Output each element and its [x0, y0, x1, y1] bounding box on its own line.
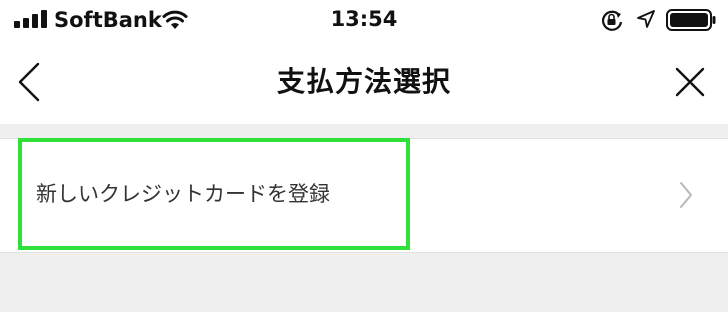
- register-credit-card-label: 新しいクレジットカードを登録: [36, 182, 330, 206]
- close-icon: [675, 67, 705, 97]
- status-bar: SoftBank 13:54: [0, 0, 728, 40]
- battery-icon: [666, 9, 716, 31]
- register-credit-card-row[interactable]: 新しいクレジットカードを登録: [0, 138, 728, 253]
- rotation-lock-icon: [600, 9, 624, 31]
- chevron-right-icon: [676, 180, 696, 210]
- navigation-bar: 支払方法選択: [0, 40, 728, 124]
- location-arrow-icon: [636, 9, 656, 29]
- page-title: 支払方法選択: [276, 65, 451, 98]
- close-button[interactable]: [668, 60, 712, 104]
